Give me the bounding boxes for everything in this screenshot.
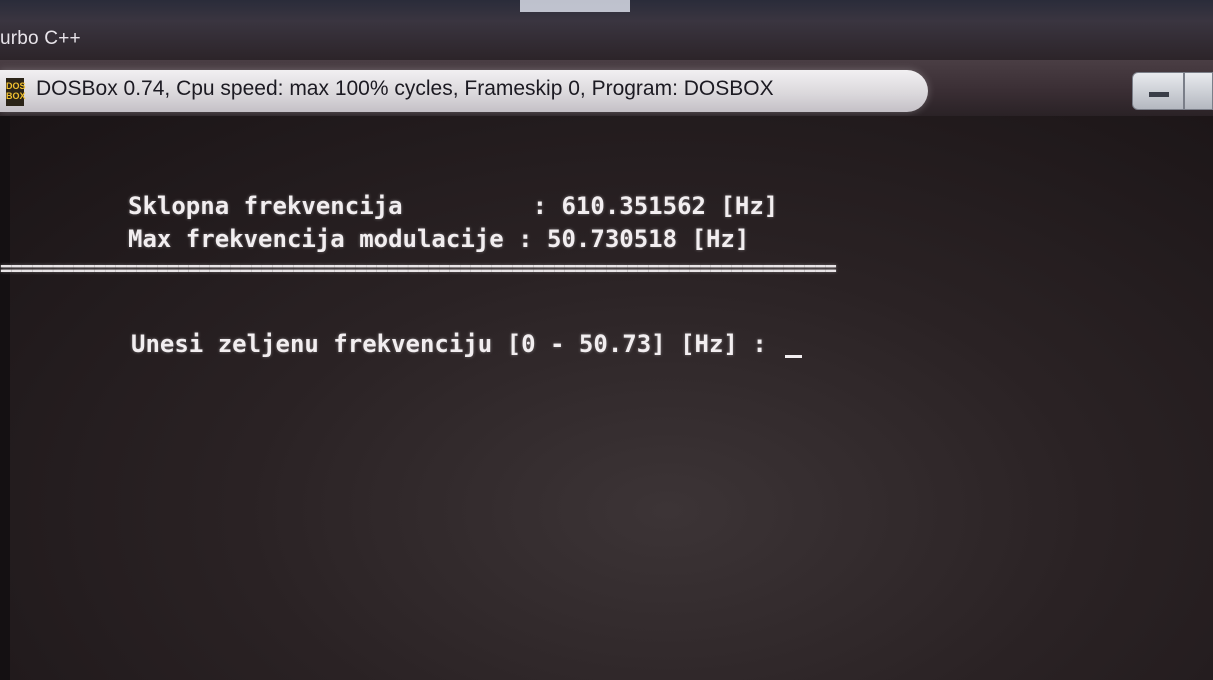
minimize-button[interactable]: [1132, 72, 1184, 110]
max-modulation-frequency-line: Max frekvencija modulacije : 50.730518 […: [128, 225, 750, 253]
outer-titlebar-highlight: [520, 0, 630, 12]
dosbox-app-icon[interactable]: DOS BOX: [6, 78, 26, 106]
minimize-icon: [1149, 92, 1169, 97]
text-cursor[interactable]: [785, 355, 803, 358]
switching-frequency-line: Sklopna frekvencija : 610.351562 [Hz]: [128, 192, 779, 220]
frequency-input-prompt-line[interactable]: Unesi zeljenu frekvenciju [0 - 50.73] [H…: [131, 330, 803, 358]
frequency-prompt-text: Unesi zeljenu frekvenciju [0 - 50.73] [H…: [131, 330, 782, 358]
separator-line: ========================================…: [0, 256, 837, 280]
window-left-frame: [0, 116, 10, 680]
dosbox-window-title: DOSBox 0.74, Cpu speed: max 100% cycles,…: [36, 77, 774, 100]
screen: urbo C++ DOS BOX DOSBox 0.74, Cpu speed:…: [0, 0, 1213, 680]
maximize-button[interactable]: [1184, 72, 1213, 110]
outer-window-title: urbo C++: [0, 28, 81, 49]
